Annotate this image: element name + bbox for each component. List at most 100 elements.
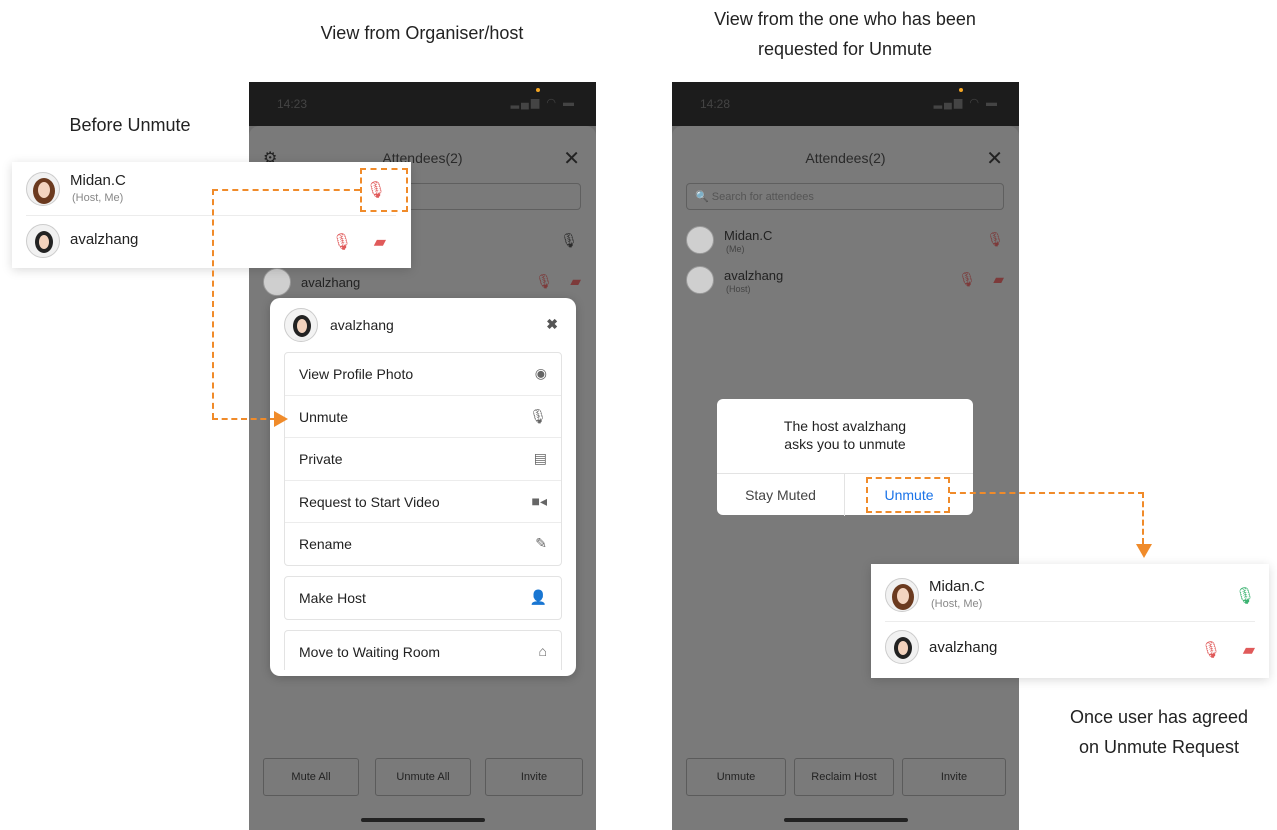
action-group-main: View Profile Photo ◉ Unmute 🎙 Private ▤ Req… — [284, 352, 562, 566]
caption-after-unmute: Once user has agreed on Unmute Request — [1040, 702, 1277, 762]
status-time: 14:23 — [277, 97, 308, 111]
mute-all-button[interactable]: Mute All — [263, 758, 359, 796]
mic-muted-icon[interactable]: 🎙 — [332, 232, 352, 252]
attendee-name: Midan.C — [929, 578, 985, 595]
menu-item-request-video[interactable]: Request to Start Video ■◂ — [285, 481, 561, 524]
mic-icon[interactable]: 🎙 — [560, 232, 578, 249]
caption-requested-line2: requested for Unmute — [757, 39, 933, 59]
attendee-name: avalzhang — [929, 639, 998, 656]
avatar — [885, 630, 919, 664]
menu-item-label: Request to Start Video — [299, 493, 440, 510]
status-dot — [536, 88, 540, 92]
video-off-icon[interactable]: ▰ — [374, 232, 386, 252]
home-indicator — [361, 818, 485, 822]
menu-item-label: Rename — [299, 536, 352, 553]
dialog-line1: The host avalzhang — [783, 418, 907, 434]
attendee-role: (Host, Me) — [72, 192, 124, 204]
mic-muted-icon[interactable]: 🎙 — [535, 273, 553, 290]
signal-icon: ▂▄▆ ◠ ▬ — [510, 97, 576, 109]
stay-muted-button[interactable]: Stay Muted — [717, 474, 845, 516]
mic-muted-icon[interactable]: 🎙 — [1201, 640, 1221, 660]
menu-item-label: Make Host — [299, 590, 366, 606]
unmute-all-button[interactable]: Unmute All — [375, 758, 471, 796]
close-icon[interactable]: ✖ — [546, 316, 558, 333]
action-group-waiting: Move to Waiting Room ⌂ — [284, 630, 562, 670]
attendee-name: avalzhang — [70, 231, 139, 248]
video-off-icon[interactable]: ▰ — [1243, 640, 1255, 660]
avatar — [686, 226, 714, 254]
profile-icon: ◉ — [534, 365, 547, 381]
mic-active-icon[interactable]: 🎙 — [1235, 586, 1255, 606]
menu-item-private[interactable]: Private ▤ — [285, 438, 561, 481]
attendees-title: Attendees(2) — [805, 150, 886, 166]
pencil-icon: ✎ — [535, 535, 547, 552]
mic-icon: 🎙 — [529, 407, 547, 424]
person-icon: 👤 — [529, 589, 547, 605]
connector-line — [950, 492, 1144, 494]
search-input[interactable]: 🔍 Search for attendees — [686, 183, 1004, 210]
close-icon[interactable]: ✕ — [986, 146, 1003, 171]
avatar — [26, 224, 60, 258]
dialog-message: The host avalzhang asks you to unmute — [717, 417, 973, 453]
avatar — [284, 308, 318, 342]
connector-line — [1142, 492, 1144, 544]
attendee-row[interactable]: avalzhang 🎙 ▰ — [26, 216, 396, 268]
attendee-row[interactable]: Midan.C (Me) 🎙 — [686, 224, 1006, 260]
video-icon: ■◂ — [531, 492, 547, 509]
attendee-name: avalzhang — [724, 268, 784, 283]
caption-after-line1: Once user has agreed — [1069, 707, 1249, 727]
status-time: 14:28 — [700, 97, 731, 111]
unmute-button[interactable]: Unmute — [686, 758, 786, 796]
caption-organiser-view: View from Organiser/host — [320, 23, 524, 43]
menu-item-rename[interactable]: Rename ✎ — [285, 523, 561, 566]
invite-button[interactable]: Invite — [902, 758, 1006, 796]
menu-item-label: View Profile Photo — [299, 366, 414, 382]
avatar-illustration — [894, 637, 912, 659]
attendee-row[interactable]: Midan.C (Host, Me) 🎙 — [885, 570, 1255, 622]
attendee-row[interactable]: avalzhang 🎙 ▰ — [885, 624, 1255, 676]
avatar-illustration — [892, 584, 914, 610]
menu-item-view-profile-photo[interactable]: View Profile Photo ◉ — [285, 353, 561, 396]
menu-item-make-host[interactable]: Make Host 👤 — [285, 577, 561, 620]
mic-muted-icon[interactable]: 🎙 — [958, 271, 976, 288]
attendee-name: Midan.C — [724, 228, 773, 243]
connector-line — [212, 189, 360, 191]
signal-icon: ▂▄▆ ◠ ▬ — [933, 97, 999, 109]
close-icon[interactable]: ✕ — [563, 146, 580, 171]
chat-icon: ▤ — [533, 450, 547, 467]
status-bar: 14:28 ▂▄▆ ◠ ▬ — [672, 82, 1019, 126]
search-icon: 🔍 — [695, 191, 709, 203]
menu-item-label: Unmute — [299, 408, 349, 425]
arrow-head — [274, 411, 288, 427]
invite-button[interactable]: Invite — [485, 758, 583, 796]
attendee-row[interactable]: avalzhang 🎙 ▰ — [263, 266, 583, 302]
action-sheet-name: avalzhang — [330, 317, 394, 333]
dialog-line2: asks you to unmute — [784, 436, 906, 452]
reclaim-host-button[interactable]: Reclaim Host — [794, 758, 894, 796]
bottom-buttons: Mute All Unmute All Invite — [263, 758, 583, 796]
menu-item-unmute[interactable]: Unmute 🎙 — [285, 396, 561, 439]
avatar — [686, 266, 714, 294]
attendee-role: (Host, Me) — [931, 598, 983, 610]
mic-muted-icon[interactable]: 🎙 — [986, 231, 1004, 248]
menu-item-label: Private — [299, 451, 343, 468]
caption-after-line2: on Unmute Request — [1078, 737, 1240, 757]
avatar — [263, 268, 291, 296]
caption-before-unmute: Before Unmute — [69, 115, 191, 135]
attendee-name: avalzhang — [301, 275, 361, 290]
caption-requested-view: View from the one who has been requested… — [660, 4, 1030, 64]
video-off-icon[interactable]: ▰ — [570, 273, 581, 290]
connector-line — [212, 418, 276, 420]
menu-item-label: Move to Waiting Room — [299, 644, 441, 660]
avatar — [26, 172, 60, 206]
attendee-action-sheet: avalzhang ✖ View Profile Photo ◉ Unmute 🎙 … — [270, 298, 576, 676]
caption-requested-line1: View from the one who has been — [714, 9, 976, 29]
attendee-row[interactable]: avalzhang (Host) 🎙 ▰ — [686, 264, 1006, 300]
status-bar: 14:23 ▂▄▆ ◠ ▬ — [249, 82, 596, 126]
menu-item-move-to-waiting-room[interactable]: Move to Waiting Room ⌂ — [285, 631, 561, 674]
search-placeholder: Search for attendees — [711, 191, 814, 203]
video-off-icon[interactable]: ▰ — [993, 271, 1004, 288]
avatar — [885, 578, 919, 612]
action-sheet-header: avalzhang ✖ — [284, 308, 562, 342]
attendee-role: (Me) — [726, 244, 745, 254]
